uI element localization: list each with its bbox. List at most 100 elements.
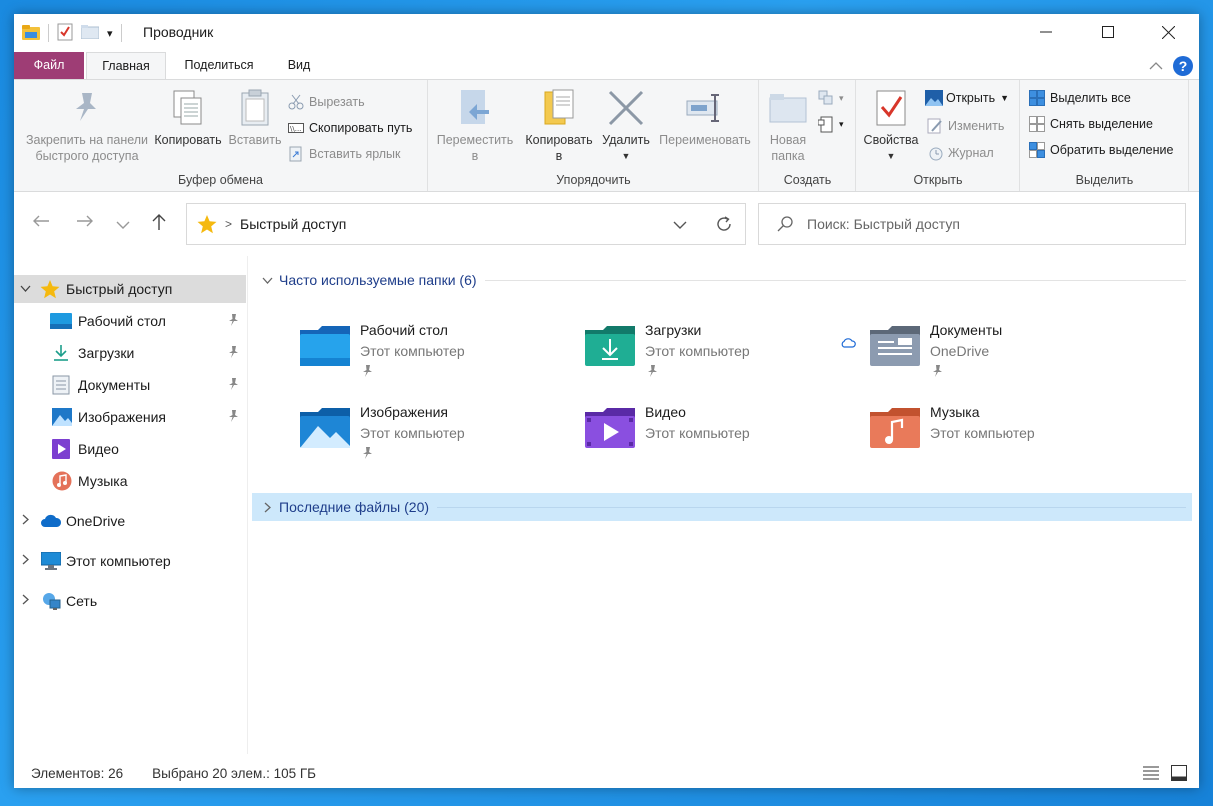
nav-item-music[interactable]: Музыка	[14, 467, 246, 495]
easy-access-button[interactable]: ▾	[817, 114, 844, 134]
nav-item-videos[interactable]: Видео	[14, 435, 246, 463]
nav-item-pictures[interactable]: Изображения	[14, 403, 246, 431]
collapse-ribbon-icon[interactable]	[1149, 59, 1163, 74]
pin-icon[interactable]	[228, 345, 240, 361]
select-none-button[interactable]: Снять выделение	[1029, 114, 1153, 134]
qat-customize-dropdown[interactable]: ▾	[107, 27, 113, 40]
nav-item-network[interactable]: Сеть	[14, 587, 246, 615]
folder-name: Музыка	[930, 404, 980, 420]
tab-home[interactable]: Главная	[86, 52, 166, 79]
computer-monitor-icon	[41, 552, 61, 570]
refresh-icon[interactable]	[715, 215, 733, 236]
copy-path-icon: \\...	[288, 120, 304, 136]
explorer-window: ▾ Проводник Файл Главная Поделиться Вид …	[14, 14, 1199, 788]
pin-to-quick-access-button[interactable]: Закрепить на панели быстрого доступа	[20, 86, 154, 164]
pin-icon[interactable]	[228, 313, 240, 329]
properties-dropdown-icon[interactable]: ▼	[859, 148, 923, 164]
new-item-button[interactable]: ▾	[818, 88, 844, 108]
breadcrumb-separator[interactable]: >	[225, 217, 232, 231]
section-header-frequent-folders[interactable]: Часто используемые папки (6)	[252, 266, 1192, 294]
folder-tile-desktop[interactable]: Рабочий стол Этот компьютер	[290, 318, 560, 388]
easy-access-icon	[817, 116, 834, 133]
maximize-button[interactable]	[1079, 14, 1137, 50]
folder-tile-documents[interactable]: Документы OneDrive	[841, 318, 1130, 388]
delete-dropdown-icon[interactable]: ▼	[601, 148, 651, 164]
folder-tile-downloads[interactable]: Загрузки Этот компьютер	[575, 318, 845, 388]
delete-button[interactable]: Удалить ▼	[601, 86, 651, 164]
rename-button[interactable]: Переименовать	[653, 86, 757, 148]
videos-folder-icon	[583, 406, 637, 450]
quick-access-toolbar: ▾	[22, 22, 122, 44]
edit-button[interactable]: Изменить	[927, 116, 1004, 136]
explorer-app-icon[interactable]	[22, 24, 40, 43]
breadcrumb-quick-access[interactable]: Быстрый доступ	[240, 216, 346, 232]
folder-tile-videos[interactable]: Видео Этот компьютер	[575, 400, 845, 470]
properties-qat-icon[interactable]	[57, 23, 73, 44]
large-icons-view-icon[interactable]	[1171, 765, 1187, 784]
help-button[interactable]: ?	[1173, 56, 1193, 76]
up-arrow-icon[interactable]	[151, 213, 167, 236]
section-header-recent-files[interactable]: Последние файлы (20)	[252, 493, 1192, 521]
pin-icon[interactable]	[228, 409, 240, 425]
select-all-button[interactable]: Выделить все	[1029, 88, 1131, 108]
copy-path-button[interactable]: \\... Скопировать путь	[288, 118, 412, 138]
open-dropdown-icon: ▼	[1000, 93, 1010, 103]
cut-button[interactable]: Вырезать	[288, 92, 365, 112]
search-box[interactable]: Поиск: Быстрый доступ	[758, 203, 1186, 245]
back-arrow-icon[interactable]	[32, 214, 50, 233]
paste-label: Вставить	[228, 133, 282, 147]
new-folder-button[interactable]: Новая папка	[762, 86, 814, 164]
nav-item-documents[interactable]: Документы	[14, 371, 246, 399]
nav-item-desktop[interactable]: Рабочий стол	[14, 307, 246, 335]
copy-to-button[interactable]: Копировать в	[519, 86, 599, 164]
invert-selection-button[interactable]: Обратить выделение	[1029, 140, 1173, 160]
minimize-button[interactable]	[1017, 14, 1075, 50]
copy-to-label-2: в	[555, 149, 563, 163]
nav-item-onedrive[interactable]: OneDrive	[14, 507, 246, 535]
tab-file[interactable]: Файл	[14, 52, 84, 79]
tab-view[interactable]: Вид	[274, 52, 324, 79]
address-dropdown-chevron-icon[interactable]	[673, 218, 687, 233]
tab-share[interactable]: Поделиться	[174, 52, 264, 79]
navigation-pane: Быстрый доступ Рабочий стол Загрузки Док…	[14, 256, 248, 754]
folder-tile-music[interactable]: Музыка Этот компьютер	[860, 400, 1130, 470]
group-label-organize: Упорядочить	[556, 173, 631, 187]
properties-button[interactable]: Свойства ▼	[859, 86, 923, 164]
expand-chevron-down-icon[interactable]	[14, 283, 36, 295]
nav-label-quick-access: Быстрый доступ	[66, 281, 173, 297]
folder-name: Изображения	[360, 404, 448, 420]
folder-tile-pictures[interactable]: Изображения Этот компьютер	[290, 400, 560, 470]
group-organize: Переместить в Копировать в Удалить ▼ Пер…	[429, 80, 759, 191]
recent-locations-chevron-icon[interactable]	[116, 217, 130, 235]
expand-chevron-right-icon[interactable]	[14, 594, 36, 608]
copy-to-label-1: Копировать	[525, 133, 593, 147]
nav-item-downloads[interactable]: Загрузки	[14, 339, 246, 367]
nav-item-this-pc[interactable]: Этот компьютер	[14, 547, 246, 575]
expand-chevron-right-icon[interactable]	[14, 514, 36, 528]
copy-button[interactable]: Копировать	[152, 86, 224, 148]
paste-shortcut-button[interactable]: Вставить ярлык	[288, 144, 401, 164]
paste-shortcut-label: Вставить ярлык	[309, 147, 401, 161]
details-view-icon[interactable]	[1143, 766, 1159, 783]
expand-chevron-right-icon[interactable]	[264, 502, 271, 513]
new-item-icon	[818, 90, 834, 106]
pin-label-1: Закрепить на панели	[25, 133, 149, 147]
close-button[interactable]	[1139, 14, 1197, 50]
open-image-icon	[925, 90, 943, 106]
music-icon	[52, 471, 72, 491]
ribbon-tabs-right: ?	[1149, 56, 1193, 76]
move-to-button[interactable]: Переместить в	[433, 86, 517, 164]
open-button[interactable]: Открыть ▼	[925, 88, 1009, 108]
paste-icon	[226, 86, 284, 130]
pin-icon[interactable]	[228, 377, 240, 393]
forward-arrow-icon[interactable]	[76, 214, 94, 233]
group-open: Свойства ▼ Открыть ▼ Изменить Журнал Отк…	[857, 80, 1020, 191]
history-button[interactable]: Журнал	[927, 143, 994, 163]
paste-button[interactable]: Вставить	[226, 86, 284, 148]
nav-item-quick-access[interactable]: Быстрый доступ	[14, 275, 246, 303]
address-bar[interactable]: > Быстрый доступ	[186, 203, 746, 245]
collapse-chevron-down-icon[interactable]	[262, 277, 273, 284]
videos-icon	[52, 439, 70, 459]
expand-chevron-right-icon[interactable]	[14, 554, 36, 568]
new-folder-qat-icon[interactable]	[80, 24, 100, 42]
